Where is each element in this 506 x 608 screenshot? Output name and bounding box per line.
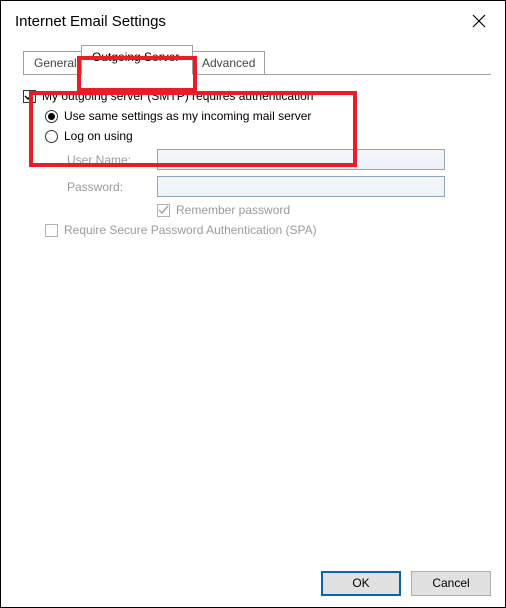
close-icon	[472, 14, 486, 28]
titlebar: Internet Email Settings	[1, 1, 505, 41]
ok-button[interactable]: OK	[321, 571, 401, 596]
log-on-using-row[interactable]: Log on using	[45, 129, 483, 143]
button-bar: OK Cancel	[1, 559, 505, 607]
tab-content: My outgoing server (SMTP) requires authe…	[1, 75, 505, 559]
log-on-using-radio[interactable]	[45, 130, 58, 143]
use-same-settings-row[interactable]: Use same settings as my incoming mail se…	[45, 109, 483, 123]
close-button[interactable]	[461, 3, 497, 39]
radio-dot-icon	[48, 113, 55, 120]
username-label: User Name:	[67, 153, 151, 167]
password-label: Password:	[67, 180, 151, 194]
spa-checkbox[interactable]	[45, 224, 58, 237]
use-same-settings-radio[interactable]	[45, 110, 58, 123]
log-on-using-label: Log on using	[64, 129, 133, 143]
username-input[interactable]	[157, 149, 445, 170]
remember-password-row[interactable]: Remember password	[157, 203, 483, 217]
tab-general[interactable]: General	[23, 51, 83, 75]
remember-password-checkbox[interactable]	[157, 204, 170, 217]
password-row: Password:	[67, 176, 483, 197]
requires-auth-label: My outgoing server (SMTP) requires authe…	[42, 89, 313, 103]
tab-outgoing-server[interactable]: Outgoing Server	[81, 45, 193, 75]
tab-strip: General Outgoing Server Advanced	[23, 45, 491, 75]
username-row: User Name:	[67, 149, 483, 170]
spa-label: Require Secure Password Authentication (…	[64, 223, 317, 237]
use-same-settings-label: Use same settings as my incoming mail se…	[64, 109, 311, 123]
checkmark-icon	[158, 205, 169, 216]
checkmark-icon	[24, 91, 35, 102]
requires-auth-checkbox[interactable]	[23, 90, 36, 103]
password-input[interactable]	[157, 176, 445, 197]
dialog-title: Internet Email Settings	[15, 13, 461, 30]
spa-row[interactable]: Require Secure Password Authentication (…	[45, 223, 483, 237]
internet-email-settings-dialog: Internet Email Settings General Outgoing…	[0, 0, 506, 608]
remember-password-label: Remember password	[176, 203, 290, 217]
requires-auth-row[interactable]: My outgoing server (SMTP) requires authe…	[23, 89, 483, 103]
tab-advanced[interactable]: Advanced	[191, 51, 265, 75]
cancel-button[interactable]: Cancel	[411, 571, 491, 596]
